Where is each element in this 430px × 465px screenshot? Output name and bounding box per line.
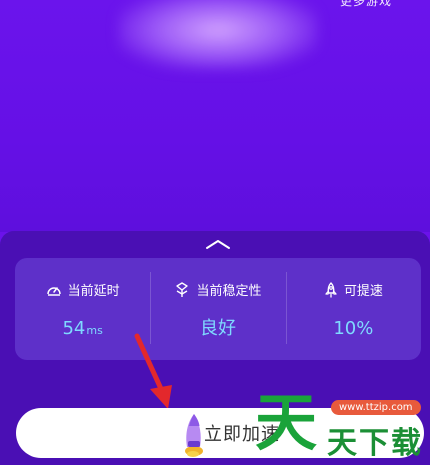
watermark-site-badge: www.ttzip.com xyxy=(331,400,421,415)
chevron-up-icon[interactable] xyxy=(205,238,231,250)
speedometer-icon xyxy=(46,286,61,296)
stability-icon xyxy=(176,281,189,297)
more-games-link[interactable]: 更多游戏 xyxy=(340,0,392,9)
watermark-text: 天下载 xyxy=(327,426,423,461)
game-banner-image[interactable] xyxy=(118,0,318,70)
stat-latency-label: 当前延时 xyxy=(67,284,120,299)
stat-latency: 当前延时 54ms xyxy=(15,258,150,360)
rocket-icon xyxy=(325,281,337,298)
latency-number: 54 xyxy=(62,318,86,339)
stat-speedup-value: 10% xyxy=(333,318,374,339)
site-watermark: 天 www.ttzip.com 天下载 xyxy=(255,386,430,465)
rocket-button-icon xyxy=(185,414,203,457)
network-stats-card: 当前延时 54ms 当前稳定性 良好 可提速 10% xyxy=(15,258,421,360)
stat-speedup-label: 可提速 xyxy=(343,284,383,299)
latency-unit: ms xyxy=(86,324,103,337)
game-banner-area: 更多游戏 xyxy=(0,0,430,232)
watermark-logo-char: 天 xyxy=(255,386,318,459)
stat-stability-label: 当前稳定性 xyxy=(196,284,262,299)
stat-stability-value: 良好 xyxy=(199,318,236,339)
stat-speedup: 可提速 10% xyxy=(285,258,421,360)
stat-latency-value: 54ms xyxy=(62,319,102,341)
red-arrow-annotation xyxy=(134,333,172,409)
